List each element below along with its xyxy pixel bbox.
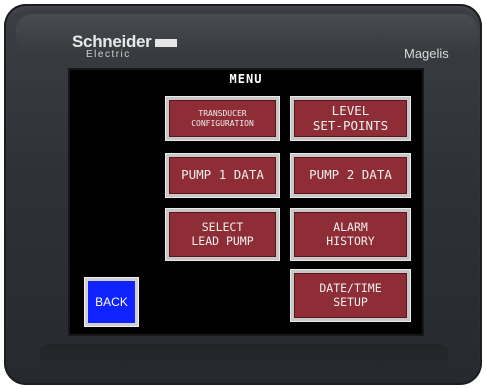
alarm-history-button[interactable]: ALARM HISTORY [290, 208, 411, 261]
pump-1-data-button[interactable]: PUMP 1 DATA [165, 153, 280, 198]
back-button[interactable]: BACK [84, 277, 139, 327]
brand-logo-bar-icon [154, 38, 177, 47]
level-set-points-button[interactable]: LEVEL SET-POINTS [290, 96, 411, 141]
bezel-lower-shadow [40, 344, 448, 372]
model-label: Magelis [404, 46, 449, 61]
pump-2-data-button[interactable]: PUMP 2 DATA [290, 153, 411, 198]
touch-screen: MENU TRANSDUCER CONFIGURATION LEVEL SET-… [70, 70, 422, 334]
select-lead-pump-button[interactable]: SELECT LEAD PUMP [165, 208, 280, 261]
transducer-configuration-button[interactable]: TRANSDUCER CONFIGURATION [165, 96, 280, 141]
menu-title: MENU [229, 72, 263, 86]
date-time-setup-button[interactable]: DATE/TIME SETUP [290, 269, 411, 322]
brand-logo: Schneider Electric [72, 32, 177, 60]
